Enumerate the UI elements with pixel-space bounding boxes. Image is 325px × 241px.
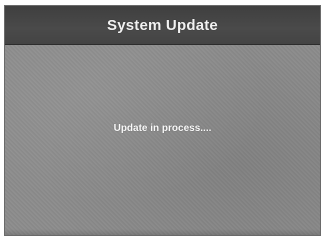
update-screen: System Update Update in process....: [4, 5, 321, 236]
title-bar: System Update: [5, 6, 320, 45]
content-area: Update in process....: [5, 45, 320, 235]
dialog-title: System Update: [107, 16, 218, 34]
update-status-message: Update in process....: [113, 123, 212, 134]
screen-bottom-edge: [5, 229, 320, 235]
